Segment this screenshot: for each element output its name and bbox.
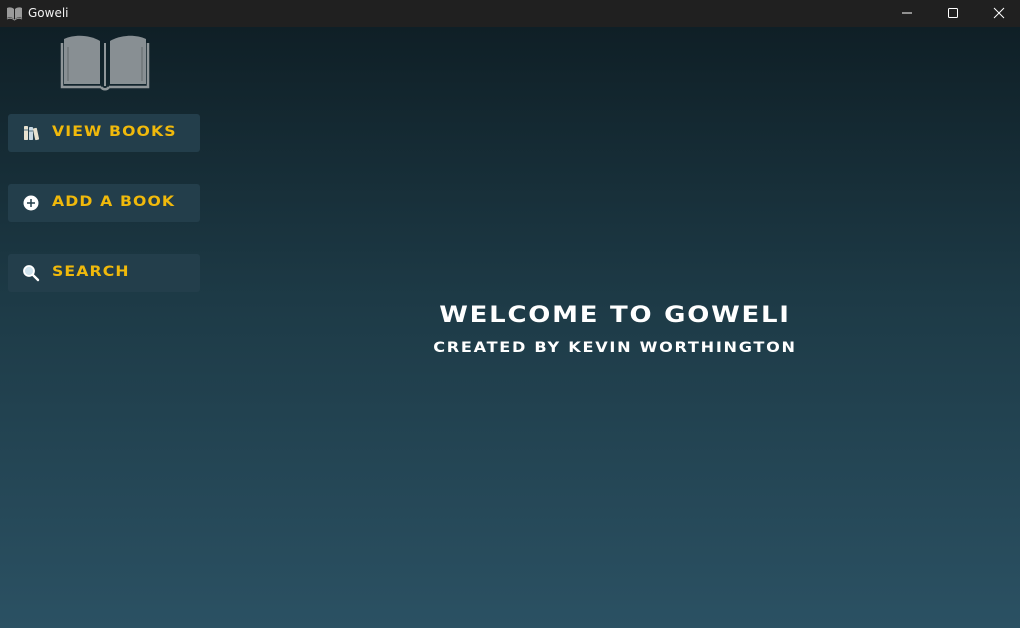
view-books-button[interactable]: VIEW BOOKS [8,114,200,152]
search-button[interactable]: SEARCH [8,254,200,292]
maximize-icon [948,8,958,18]
add-book-label: ADD A BOOK [52,194,176,210]
title-bar[interactable]: Goweli [0,0,1020,27]
add-book-button[interactable]: ADD A BOOK [8,184,200,222]
books-icon [24,126,40,141]
search-icon [23,265,40,282]
close-icon [993,7,1005,19]
open-book-icon [60,35,150,91]
app-window: Goweli VIEW BOOKS ADD A BOOK SEARCH WELC… [0,0,1020,628]
minimize-icon [902,12,912,14]
minimize-button[interactable] [884,0,930,27]
welcome-subtitle: CREATED BY KEVIN WORTHINGTON [433,340,797,356]
welcome-title: WELCOME TO GOWELI [439,303,791,328]
plus-circle-icon [23,195,39,211]
close-button[interactable] [976,0,1020,27]
app-book-icon [6,7,23,21]
maximize-button[interactable] [930,0,976,27]
view-books-label: VIEW BOOKS [52,124,177,140]
search-label: SEARCH [52,264,130,280]
main-content: VIEW BOOKS ADD A BOOK SEARCH WELCOME TO … [0,27,1020,628]
window-title: Goweli [28,6,69,20]
